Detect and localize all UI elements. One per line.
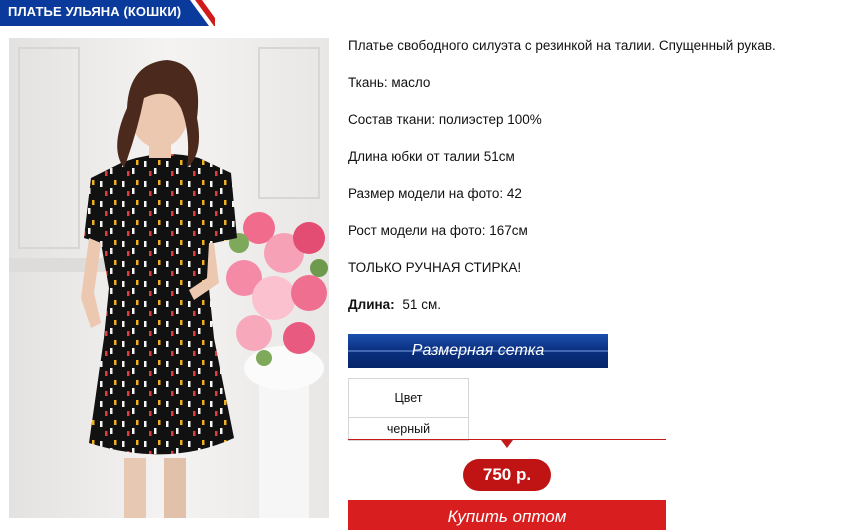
length-row: Длина: 51 см. [348, 297, 441, 312]
color-table: Цвет черный [348, 378, 469, 441]
description-line: Размер модели на фото: 42 [348, 186, 522, 201]
price-badge: 750 р. [463, 459, 551, 491]
description-line: Ткань: масло [348, 75, 431, 90]
description-line: Рост модели на фото: 167см [348, 223, 528, 238]
description-line: Длина юбки от талии 51см [348, 149, 515, 164]
product-title-tab: ПЛАТЬЕ УЛЬЯНА (КОШКИ) [0, 0, 215, 26]
color-header: Цвет [348, 378, 469, 418]
size-chart-button[interactable]: Размерная сетка [348, 334, 608, 368]
buy-wholesale-label: Купить оптом [447, 507, 567, 526]
divider-arrow [501, 440, 513, 448]
color-option[interactable]: черный [348, 417, 469, 441]
description-line: Платье свободного силуэта с резинкой на … [348, 38, 776, 53]
product-photo[interactable] [9, 38, 329, 518]
size-chart-label: Размерная сетка [411, 342, 545, 359]
description-line: ТОЛЬКО РУЧНАЯ СТИРКА! [348, 260, 522, 275]
description-line: Состав ткани: полиэстер 100% [348, 112, 542, 127]
buy-wholesale-button[interactable]: Купить оптом [348, 500, 666, 530]
page-title: ПЛАТЬЕ УЛЬЯНА (КОШКИ) [8, 4, 182, 19]
length-value: 51 см. [402, 297, 441, 312]
length-label: Длина: [348, 297, 395, 312]
